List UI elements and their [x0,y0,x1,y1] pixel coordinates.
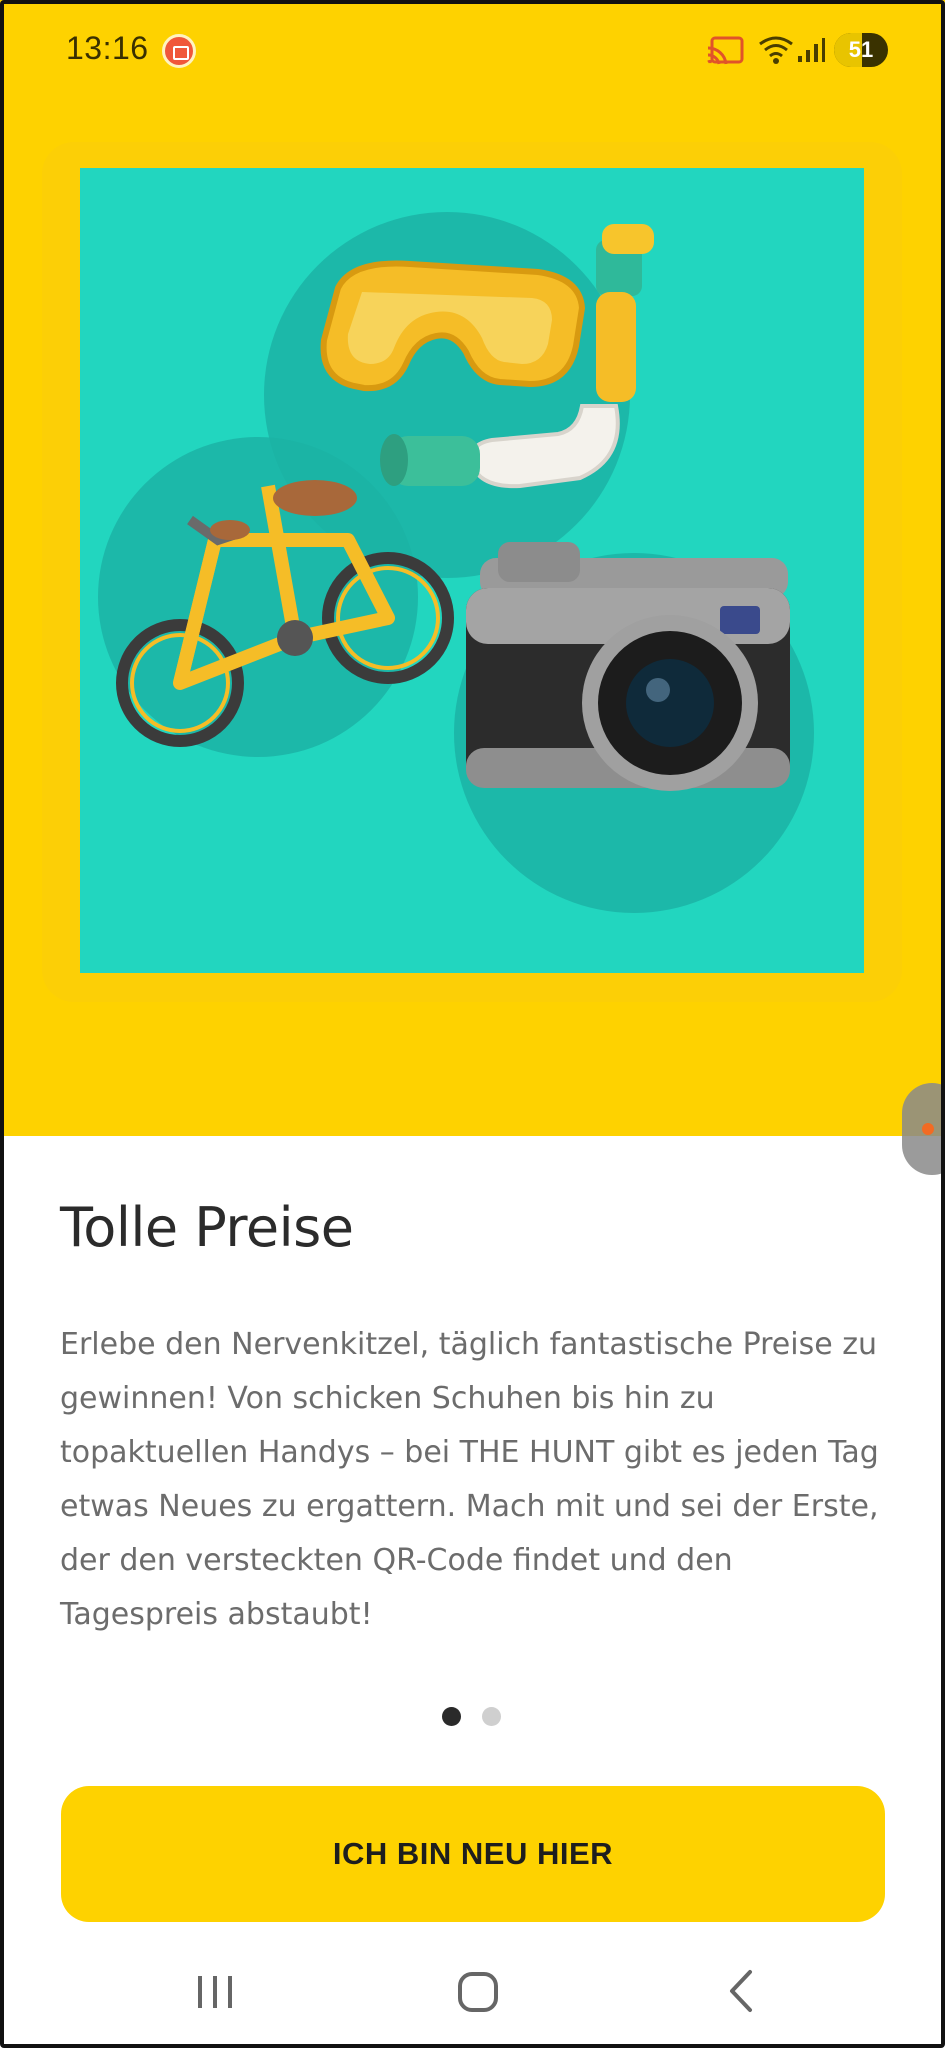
new-user-button[interactable]: ICH BIN NEU HIER [61,1786,885,1922]
battery-icon: 51 [834,33,888,67]
recents-icon[interactable] [194,1972,236,2012]
camera-icon [466,542,790,791]
page-title: Tolle Preise [60,1196,354,1259]
prizes-illustration [80,168,864,973]
battery-level: 51 [848,37,874,62]
home-icon[interactable] [456,1970,500,2014]
onboarding-description: Erlebe den Nervenkitzel, täglich fantast… [60,1327,879,1632]
status-time: 13:16 [66,30,149,66]
wifi-icon [759,36,793,64]
status-bar: 13:16 51 [0,0,945,100]
signal-icon [798,38,825,62]
floating-side-handle[interactable] [902,1083,945,1175]
page-dot-2[interactable] [482,1707,501,1726]
hero-section: 13:16 51 [0,0,945,1136]
system-nav-bar [0,1948,945,2048]
back-icon[interactable] [726,1968,756,2014]
screen-record-icon [162,34,196,68]
page-dot-1[interactable] [442,1707,461,1726]
cast-icon [707,36,744,65]
